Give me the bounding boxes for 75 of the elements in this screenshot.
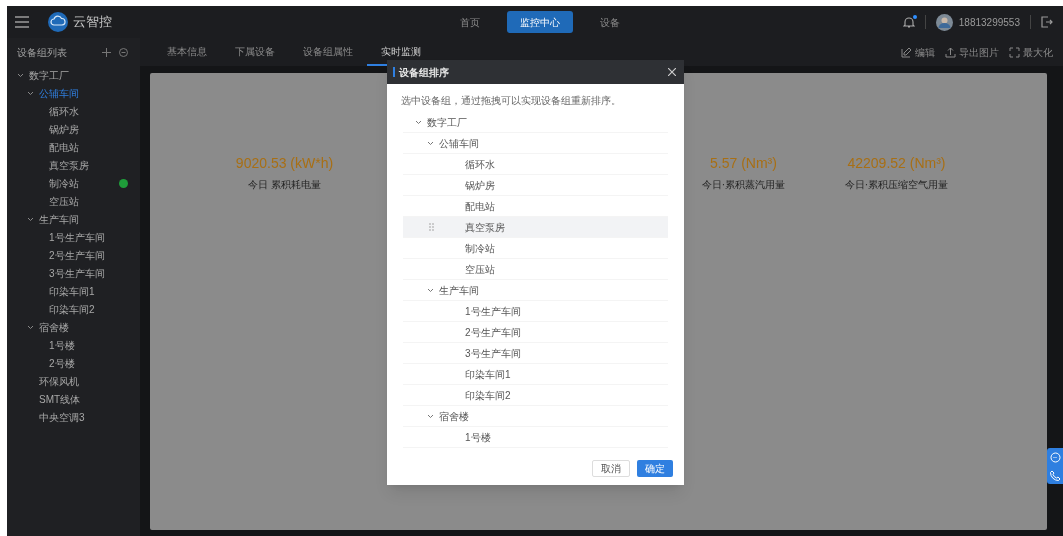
- tree-item[interactable]: 印染车间2: [49, 301, 95, 317]
- tree-row[interactable]: 3号生产车间: [403, 343, 668, 364]
- tab[interactable]: 设备组属性: [289, 38, 367, 66]
- maximize-icon: [1009, 46, 1020, 58]
- tree-item[interactable]: 中央空调3: [39, 409, 85, 425]
- nav-tab[interactable]: 监控中心: [507, 11, 573, 33]
- tree-item[interactable]: 锅炉房: [49, 121, 79, 137]
- cancel-button[interactable]: 取消: [592, 459, 630, 477]
- toolbar-button[interactable]: 最大化: [1009, 44, 1053, 60]
- tree-item[interactable]: 1号生产车间: [49, 229, 105, 245]
- chevron-icon: [427, 412, 434, 420]
- chevron-icon: [427, 286, 434, 294]
- nav-tab[interactable]: 设备: [587, 11, 633, 33]
- tree-item[interactable]: 环保风机: [39, 373, 79, 389]
- avatar-icon[interactable]: [935, 13, 953, 31]
- chevron-icon: [427, 139, 434, 147]
- tree-row[interactable]: 循环水: [403, 154, 668, 175]
- tree-item[interactable]: 公辅车间: [39, 85, 79, 101]
- tree-row[interactable]: 制冷站: [403, 238, 668, 259]
- close-icon[interactable]: [668, 68, 676, 76]
- stat-label: 今日 累积耗电量: [248, 178, 321, 192]
- tree-row[interactable]: 2号生产车间: [403, 322, 668, 343]
- tree-row[interactable]: 宿舍楼: [403, 406, 668, 427]
- stat-value: 42209.52 (Nm³): [847, 154, 946, 173]
- user-phone[interactable]: 18813299553: [958, 14, 1020, 30]
- tree-item[interactable]: 生产车间: [39, 211, 79, 227]
- tree-item[interactable]: 制冷站: [49, 175, 79, 191]
- stat-label: 今日·累积压缩空气用量: [844, 178, 949, 192]
- chat-icon[interactable]: [1049, 451, 1061, 463]
- tree-row[interactable]: 印染车间1: [403, 364, 668, 385]
- tree-item[interactable]: 2号生产车间: [49, 247, 105, 263]
- tab[interactable]: 下属设备: [221, 38, 289, 66]
- stat-value: 9020.53 (kW*h): [235, 154, 334, 173]
- tree-item[interactable]: SMT线体: [39, 391, 81, 407]
- tree-row[interactable]: 锅炉房: [403, 175, 668, 196]
- cloud-logo-icon: [48, 12, 68, 32]
- nav-tab[interactable]: 首页: [447, 11, 493, 33]
- tree-item[interactable]: 印染车间1: [49, 283, 95, 299]
- toolbar-button[interactable]: 导出图片: [945, 44, 999, 60]
- tree-item[interactable]: 宿舍楼: [39, 319, 69, 335]
- tree-row[interactable]: 公辅车间: [403, 133, 668, 154]
- tree-item[interactable]: 配电站: [49, 139, 79, 155]
- tree-item[interactable]: 1号楼: [49, 337, 75, 353]
- stat-value: 5.57 (Nm³): [710, 154, 777, 173]
- tree-row[interactable]: 印染车间2: [403, 385, 668, 406]
- edit-icon: [901, 46, 912, 58]
- tab[interactable]: 基本信息: [153, 38, 221, 66]
- tree-item[interactable]: 循环水: [49, 103, 79, 119]
- remove-icon[interactable]: [119, 47, 128, 57]
- tree-item[interactable]: 2号楼: [49, 355, 75, 371]
- phone-icon[interactable]: [1049, 469, 1061, 481]
- app-name: 云智控: [73, 13, 112, 32]
- tree-item[interactable]: 空压站: [49, 193, 79, 209]
- drag-handle-icon: [429, 223, 434, 231]
- tree-row[interactable]: 真空泵房: [403, 217, 668, 238]
- add-icon[interactable]: [102, 47, 111, 57]
- sidebar-title: 设备组列表: [17, 45, 67, 60]
- tree-row[interactable]: 1号生产车间: [403, 301, 668, 322]
- menu-icon[interactable]: [15, 16, 29, 28]
- stat-label: 今日·累积蒸汽用量: [701, 178, 786, 192]
- tree-item[interactable]: 真空泵房: [49, 157, 89, 173]
- tree-row[interactable]: 空压站: [403, 259, 668, 280]
- tree-row[interactable]: 生产车间: [403, 280, 668, 301]
- upload-icon: [945, 46, 956, 58]
- tree-item[interactable]: 数字工厂: [29, 67, 69, 83]
- tree-row[interactable]: 1号楼: [403, 427, 668, 448]
- dialog-description: 选中设备组，通过拖拽可以实现设备组重新排序。: [400, 94, 622, 108]
- logout-icon[interactable]: [1041, 16, 1053, 28]
- dialog-title: 设备组排序: [399, 65, 449, 80]
- chevron-icon: [415, 118, 422, 126]
- notification-bell-icon[interactable]: [902, 16, 915, 28]
- toolbar-button[interactable]: 编辑: [901, 44, 935, 60]
- tree-item[interactable]: 3号生产车间: [49, 265, 105, 281]
- confirm-button[interactable]: 确定: [637, 459, 673, 477]
- tree-row[interactable]: 数字工厂: [403, 112, 668, 133]
